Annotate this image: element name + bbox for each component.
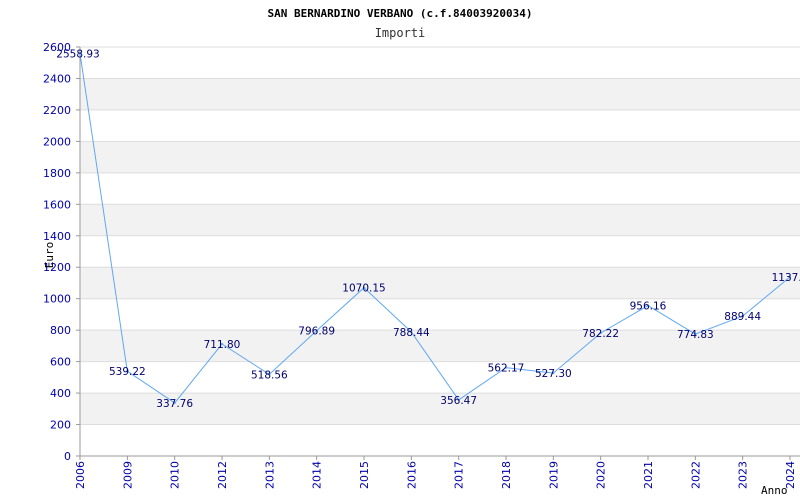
x-tick-label: 2017 <box>453 461 466 489</box>
data-label: 527.30 <box>535 368 572 380</box>
y-tick-label: 1000 <box>43 293 71 306</box>
y-tick-label: 600 <box>50 356 71 369</box>
x-tick-label: 2006 <box>74 461 87 489</box>
line-chart: SAN BERNARDINO VERBANO (c.f.84003920034)… <box>43 7 800 497</box>
x-tick-label: 2020 <box>595 461 608 489</box>
data-label: 711.80 <box>204 339 241 351</box>
x-tick-label: 2018 <box>500 461 513 489</box>
data-label: 774.83 <box>677 329 714 341</box>
y-axis-label: Euro <box>43 242 56 269</box>
y-tick-label: 2200 <box>43 104 71 117</box>
data-label: 562.17 <box>488 363 525 375</box>
data-label: 356.47 <box>440 395 477 407</box>
chart-title: SAN BERNARDINO VERBANO (c.f.84003920034) <box>268 7 533 20</box>
data-label: 2558.93 <box>56 48 99 60</box>
y-tick-label: 1800 <box>43 167 71 180</box>
y-tick-label: 400 <box>50 387 71 400</box>
y-tick-label: 2000 <box>43 135 71 148</box>
data-label: 1070.15 <box>342 283 385 295</box>
y-tick-label: 0 <box>64 450 71 463</box>
y-tick-label: 200 <box>50 419 71 432</box>
data-label: 889.44 <box>724 311 761 323</box>
x-axis-label: Anno <box>761 484 788 497</box>
x-tick-label: 2022 <box>689 461 702 489</box>
y-tick-label: 800 <box>50 324 71 337</box>
x-tick-label: 2013 <box>263 461 276 489</box>
data-label: 782.22 <box>582 328 619 340</box>
y-tick-label: 1600 <box>43 198 71 211</box>
x-tick-label: 2014 <box>311 461 324 489</box>
data-label: 796.89 <box>298 326 335 338</box>
x-tick-label: 2010 <box>169 461 182 489</box>
x-tick-label: 2021 <box>642 461 655 489</box>
y-tick-label: 1400 <box>43 230 71 243</box>
grid-band <box>80 204 800 236</box>
y-tick-label: 2400 <box>43 72 71 85</box>
data-label: 337.76 <box>156 398 193 410</box>
data-label: 539.22 <box>109 366 146 378</box>
x-tick-label: 2016 <box>405 461 418 489</box>
x-tick-label: 2012 <box>216 461 229 489</box>
x-tick-label: 2019 <box>547 461 560 489</box>
data-label: 1137.9 <box>772 272 800 284</box>
data-label: 518.56 <box>251 369 288 381</box>
x-tick-label: 2023 <box>737 461 750 489</box>
grid-band <box>80 78 800 110</box>
data-label: 788.44 <box>393 327 430 339</box>
grid-band <box>80 267 800 299</box>
x-tick-label: 2009 <box>121 461 134 489</box>
data-label: 956.16 <box>630 301 667 313</box>
x-axis: 2006 2009 2010 2012 2013 2014 2015 2016 2017 2018… <box>74 455 800 489</box>
x-tick-label: 2015 <box>358 461 371 489</box>
grid-band <box>80 141 800 173</box>
chart-subtitle: Importi <box>375 26 426 40</box>
